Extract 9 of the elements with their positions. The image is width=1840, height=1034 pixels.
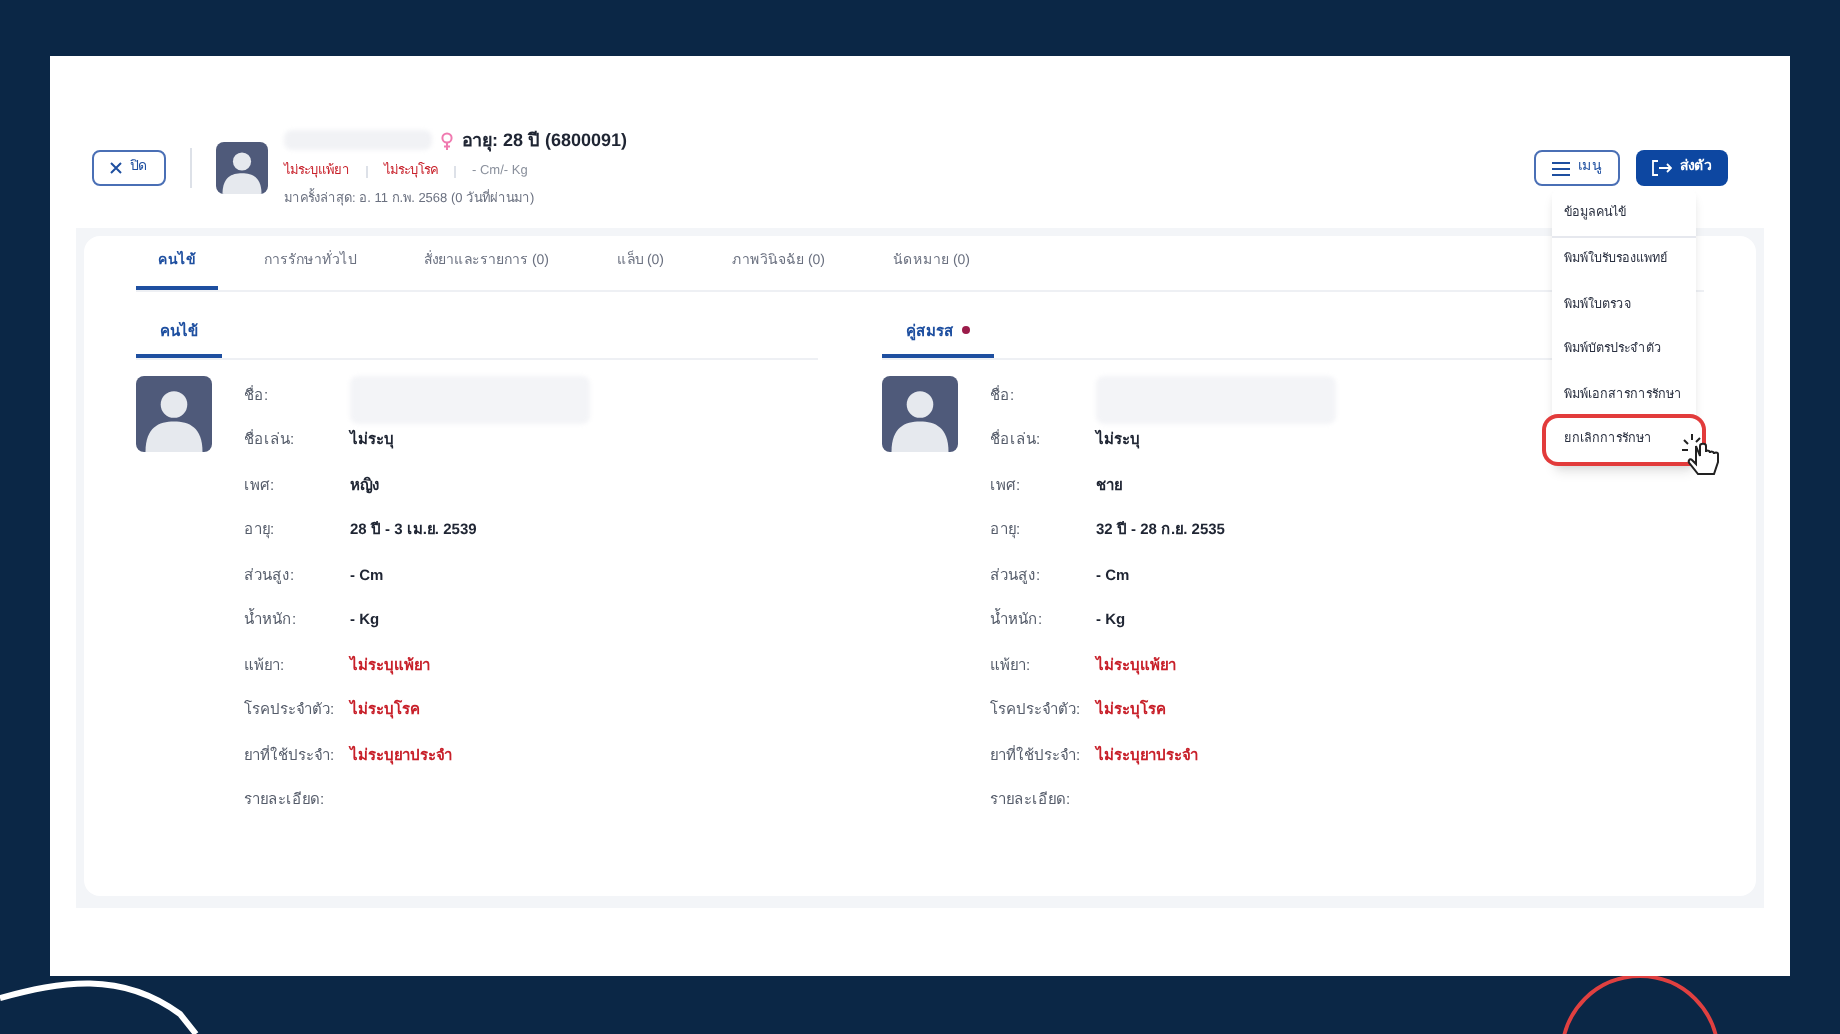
close-icon xyxy=(110,162,122,174)
click-cursor-icon xyxy=(1680,432,1724,476)
avatar-silhouette-icon xyxy=(216,142,268,194)
female-icon xyxy=(440,131,454,150)
avatar-silhouette-icon xyxy=(136,375,212,452)
menu-icon xyxy=(1552,161,1570,175)
avatar-silhouette-icon xyxy=(882,375,958,452)
age-text: อายุ: 28 ปี (6800091) xyxy=(462,127,628,154)
exit-arrow-icon xyxy=(1652,160,1672,176)
